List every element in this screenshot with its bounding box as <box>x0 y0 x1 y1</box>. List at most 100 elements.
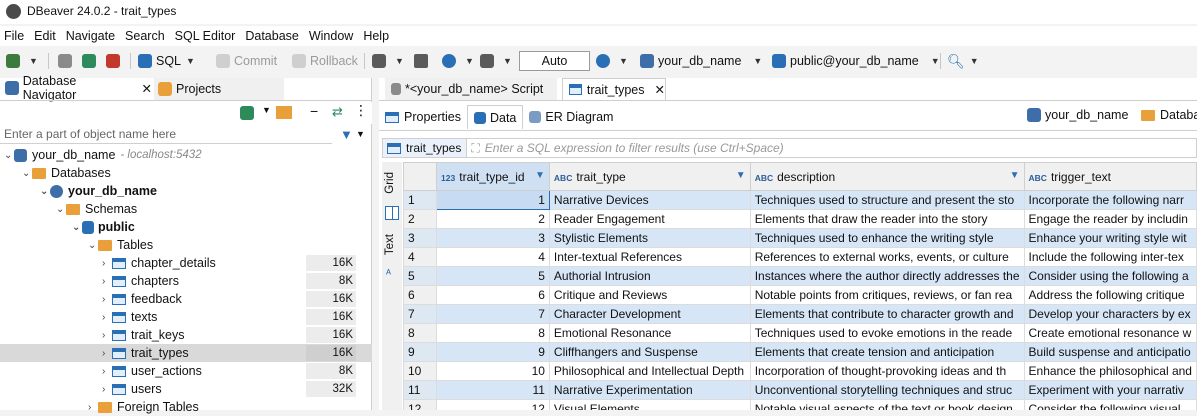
table-cell[interactable]: Techniques used to enhance the writing s… <box>749 228 1025 248</box>
table-cell[interactable]: Cliffhangers and Suspense <box>548 342 751 362</box>
reconnect-button[interactable] <box>82 47 100 75</box>
table-cell[interactable]: 6 <box>436 285 550 305</box>
row-number-cell[interactable]: 8 <box>403 323 438 343</box>
table-cell[interactable]: Include the following inter-tex <box>1023 247 1197 267</box>
table-cell[interactable]: Critique and Reviews <box>548 285 751 305</box>
sql-filter-input[interactable]: Enter a SQL expression to filter results… <box>480 141 784 155</box>
rollback-button[interactable]: Rollback <box>292 47 358 75</box>
table-cell[interactable]: Incorporate the following narr <box>1023 190 1197 210</box>
tab-trait-types[interactable]: trait_types ✕ <box>562 78 666 100</box>
menu-window[interactable]: Window <box>305 26 359 46</box>
row-number-cell[interactable]: 3 <box>403 228 438 248</box>
row-number-cell[interactable]: 7 <box>403 304 438 324</box>
tab-database-navigator[interactable]: Database Navigator ✕ <box>0 74 152 102</box>
column-header[interactable]: ABC trigger_text <box>1023 162 1197 191</box>
collapse-all-icon[interactable]: − <box>310 103 318 119</box>
sort-down-icon[interactable]: ▼ <box>736 170 746 181</box>
table-cell[interactable]: Engage the reader by includin <box>1023 209 1197 229</box>
column-header[interactable]: 123 trait_type_id ▼ <box>436 162 550 191</box>
table-cell[interactable]: 5 <box>436 266 550 286</box>
table-cell[interactable]: Elements that draw the reader into the s… <box>749 209 1025 229</box>
table-cell[interactable]: Develop your characters by ex <box>1023 304 1197 324</box>
expand-icon[interactable]: ⛶ <box>467 141 479 156</box>
tree-node-table[interactable]: › feedback 16K <box>0 290 372 308</box>
tab-data[interactable]: Data <box>466 105 524 129</box>
table-row[interactable]: 6 6 Critique and Reviews Notable points fro… <box>403 285 1197 305</box>
table-cell[interactable]: Techniques used to structure and present… <box>749 190 1025 210</box>
view-menu-icon[interactable]: ⋮ <box>354 102 368 119</box>
navigator-filter-input[interactable]: Enter a part of object name here <box>0 125 332 144</box>
table-cell[interactable]: 9 <box>436 342 550 362</box>
menu-help[interactable]: Help <box>359 26 395 46</box>
active-database-label[interactable]: Databa <box>1141 108 1197 122</box>
chevron-down-icon[interactable]: ▼ <box>262 105 271 115</box>
table-cell[interactable]: Authorial Intrusion <box>548 266 751 286</box>
table-row[interactable]: 5 5 Authorial Intrusion Instances where the… <box>403 266 1197 286</box>
menu-edit[interactable]: Edit <box>30 26 62 46</box>
menu-database[interactable]: Database <box>241 26 305 46</box>
row-number-cell[interactable]: 5 <box>403 266 438 286</box>
table-cell[interactable]: 10 <box>436 361 550 381</box>
column-header[interactable]: ABC description ▼ <box>749 162 1025 191</box>
tree-node-table[interactable]: › users 32K <box>0 380 372 398</box>
table-cell[interactable]: Build suspense and anticipatio <box>1023 342 1197 362</box>
table-row[interactable]: 7 7 Character Development Elements that con… <box>403 304 1197 324</box>
table-row[interactable]: 8 8 Emotional Resonance Techniques used to … <box>403 323 1197 343</box>
close-icon[interactable]: ✕ <box>142 81 152 96</box>
table-cell[interactable]: Emotional Resonance <box>548 323 751 343</box>
sort-down-icon[interactable]: ▼ <box>1010 170 1020 181</box>
table-cell[interactable]: 1 <box>436 190 550 210</box>
menu-navigate[interactable]: Navigate <box>62 26 121 46</box>
table-cell[interactable]: Incorporation of thought-provoking ideas… <box>749 361 1025 381</box>
table-cell[interactable]: Stylistic Elements <box>548 228 751 248</box>
table-cell[interactable]: Elements that create tension and anticip… <box>749 342 1025 362</box>
row-number-cell[interactable]: 12 <box>403 399 438 410</box>
sort-down-icon[interactable]: ▼ <box>535 170 545 181</box>
table-cell[interactable]: Techniques used to evoke emotions in the… <box>749 323 1025 343</box>
row-number-cell[interactable]: 6 <box>403 285 438 305</box>
tree-node-schema-public[interactable]: ⌄ public <box>72 218 135 236</box>
table-row[interactable]: 10 10 Philosophical and Intellectual Depth… <box>403 361 1197 381</box>
table-cell[interactable]: Philosophical and Intellectual Depth <box>548 361 751 381</box>
new-connection-button[interactable]: ▼ <box>6 47 38 75</box>
table-cell[interactable]: 7 <box>436 304 550 324</box>
tree-node-table-selected[interactable]: › trait_types 16K <box>0 344 372 362</box>
table-cell[interactable]: Unconventional storytelling techniques a… <box>749 380 1025 400</box>
table-cell[interactable]: Consider using the following a <box>1023 266 1197 286</box>
tree-node-table[interactable]: › chapters 8K <box>0 272 372 290</box>
table-cell[interactable]: Character Development <box>548 304 751 324</box>
table-cell[interactable]: Consider the following visual <box>1023 399 1197 410</box>
table-cell[interactable]: 3 <box>436 228 550 248</box>
tab-projects[interactable]: Projects <box>154 78 284 100</box>
table-cell[interactable]: References to external works, events, or… <box>749 247 1025 267</box>
close-icon[interactable]: ✕ <box>655 82 665 97</box>
link-with-editor-icon[interactable]: ⇄ <box>332 104 343 120</box>
chevron-down-icon[interactable]: ▼ <box>356 129 365 139</box>
table-cell[interactable]: 12 <box>436 399 550 410</box>
menu-search[interactable]: Search <box>121 26 171 46</box>
transaction-mode-button[interactable]: ▼ <box>372 47 404 75</box>
tree-node-schemas[interactable]: ⌄ Schemas <box>56 200 137 218</box>
column-header[interactable]: ABC trait_type ▼ <box>548 162 751 191</box>
transaction-mode-field[interactable]: Auto <box>519 51 590 71</box>
text-view-icon[interactable]: ᴬ <box>386 268 391 280</box>
table-cell[interactable]: Inter-textual References <box>548 247 751 267</box>
row-number-cell[interactable]: 9 <box>403 342 438 362</box>
table-cell[interactable]: 11 <box>436 380 550 400</box>
row-number-cell[interactable]: 4 <box>403 247 438 267</box>
tab-sql-script[interactable]: *<your_db_name> Script <box>385 78 557 100</box>
table-cell[interactable]: 8 <box>436 323 550 343</box>
tree-node-foreign-tables[interactable]: › Foreign Tables <box>88 398 199 416</box>
table-cell[interactable]: Instances where the author directly addr… <box>749 266 1025 286</box>
table-row[interactable]: 2 2 Reader Engagement Elements that draw th… <box>403 209 1197 229</box>
table-cell[interactable]: Create emotional resonance w <box>1023 323 1197 343</box>
tree-node-table[interactable]: › trait_keys 16K <box>0 326 372 344</box>
tab-properties[interactable]: Properties <box>379 105 467 129</box>
table-cell[interactable]: Visual Elements <box>548 399 751 410</box>
row-number-cell[interactable]: 2 <box>403 209 438 229</box>
menu-file[interactable]: File <box>0 26 30 46</box>
grid-icon[interactable] <box>385 206 399 220</box>
lock-button[interactable] <box>414 47 432 75</box>
tree-node-table[interactable]: › chapter_details 16K <box>0 254 372 272</box>
table-cell[interactable]: Address the following critique <box>1023 285 1197 305</box>
